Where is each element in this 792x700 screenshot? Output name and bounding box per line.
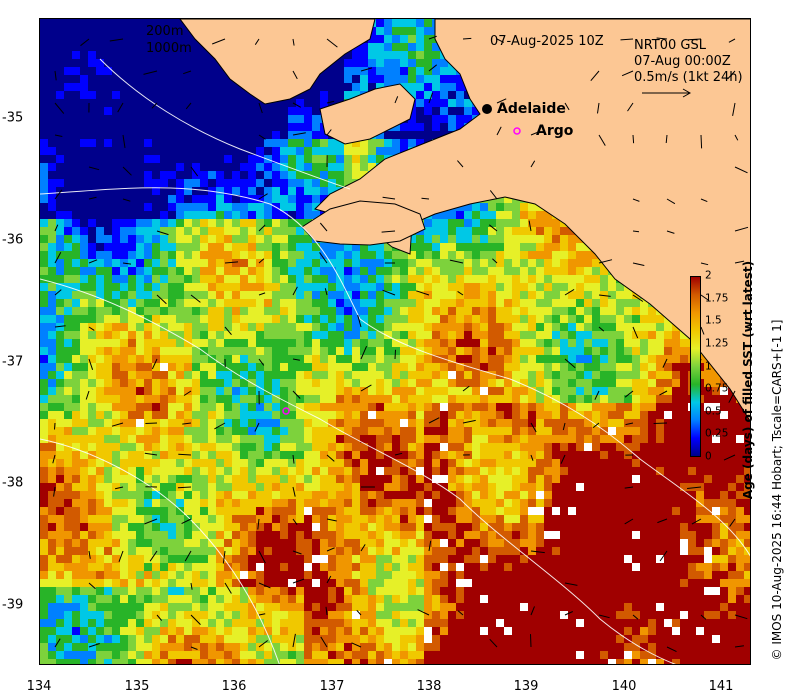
adelaide-marker	[482, 104, 492, 114]
y-tick-minus38: -38	[2, 475, 24, 491]
current-scale-label: 0.5m/s (1kt 24h)	[634, 70, 743, 85]
colorbar-tick-2: 2	[705, 269, 712, 282]
current-scale-arrow	[642, 88, 692, 98]
colorbar-tick-1.25: 1.25	[705, 337, 729, 350]
colorbar	[690, 276, 701, 457]
x-tick-134: 134	[26, 679, 52, 694]
argo-label: Argo	[536, 123, 574, 139]
colorbar-tick-1.5: 1.5	[705, 314, 722, 327]
x-tick-139: 139	[513, 679, 539, 694]
y-tick-minus35: -35	[2, 110, 24, 126]
x-tick-141: 141	[708, 679, 734, 694]
colorbar-label: Age (days) of filled SST (wrt latest)	[741, 260, 755, 500]
isobath-label-1000m: 1000m	[146, 41, 192, 56]
x-tick-136: 136	[221, 679, 247, 694]
x-tick-137: 137	[319, 679, 345, 694]
current-time: 07-Aug 00:00Z	[634, 54, 731, 69]
colorbar-tick-1: 1	[705, 360, 712, 373]
y-tick-minus39: -39	[2, 597, 24, 613]
argo-float-marker	[282, 407, 290, 415]
argo-marker	[513, 127, 521, 135]
colorbar-tick-0: 0	[705, 450, 712, 463]
colorbar-tick-1.75: 1.75	[705, 292, 729, 305]
imos-credit: © IMOS 10-Aug-2025 16:44 Hobart; Tscale=…	[770, 319, 784, 661]
x-tick-135: 135	[124, 679, 150, 694]
sst-age-map	[39, 18, 751, 665]
isobath-label-200m: 200m	[146, 24, 184, 39]
x-tick-138: 138	[416, 679, 442, 694]
y-tick-minus37: -37	[2, 354, 24, 370]
colorbar-tick-0.25: 0.25	[705, 427, 729, 440]
colorbar-tick-0.75: 0.75	[705, 382, 729, 395]
x-tick-140: 140	[611, 679, 637, 694]
colorbar-tick-0.5: 0.5	[705, 405, 722, 418]
adelaide-label: Adelaide	[497, 101, 566, 117]
map-datetime: 07-Aug-2025 10Z	[490, 34, 604, 49]
product-name: NRT00 GSL	[634, 38, 706, 53]
map-canvas	[40, 19, 750, 664]
y-tick-minus36: -36	[2, 232, 24, 248]
